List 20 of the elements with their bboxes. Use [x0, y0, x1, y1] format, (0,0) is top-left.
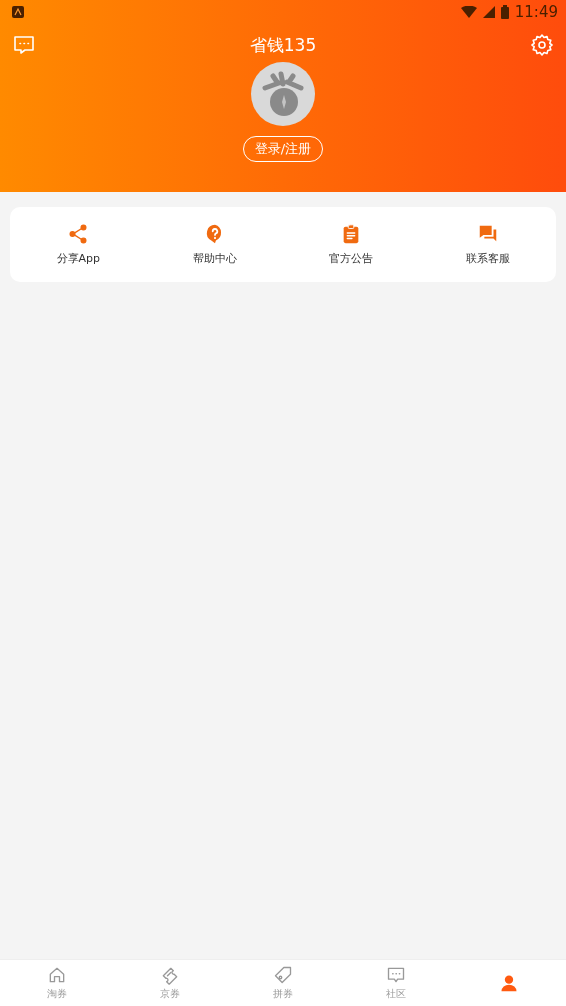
nav-tab[interactable]: 社区: [339, 960, 453, 1006]
signal-icon: [482, 6, 495, 18]
nav-tab[interactable]: 拼券: [226, 960, 340, 1006]
tag-icon: [273, 965, 293, 985]
share-icon: [67, 223, 90, 245]
avatar-logo: [251, 62, 315, 126]
shortcut-label[interactable]: 联系客服: [465, 251, 510, 266]
battery-icon: [500, 5, 509, 19]
nav-tab[interactable]: 京券: [113, 960, 227, 1006]
settings-icon[interactable]: [530, 33, 554, 57]
message-icon[interactable]: [12, 33, 36, 57]
shortcut-label[interactable]: 官方公告: [329, 251, 374, 266]
app-notification-icon: [12, 6, 24, 18]
shortcut-label[interactable]: 分享App: [56, 251, 100, 266]
status-time: 11:49: [514, 3, 558, 21]
shortcut-label[interactable]: 帮助中心: [192, 251, 237, 266]
nav-tab[interactable]: 淘券: [0, 960, 114, 1006]
app-title: 省钱135: [249, 33, 317, 57]
chat-icon: [386, 965, 407, 985]
wifi-icon: [460, 6, 477, 18]
